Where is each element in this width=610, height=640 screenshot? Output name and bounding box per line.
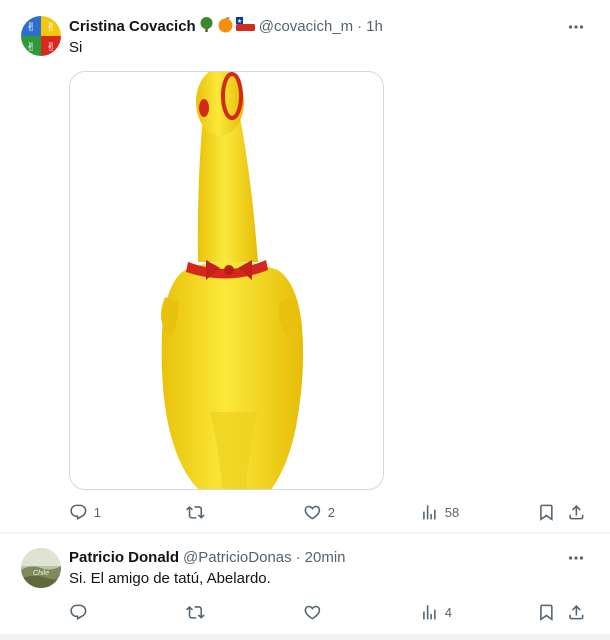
heart-icon: [304, 505, 321, 520]
tweet-header: Cristina Covacich @covacich_m · 1h: [69, 16, 383, 36]
view-count: 58: [444, 504, 460, 520]
separator-dot: ·: [357, 17, 363, 35]
display-name[interactable]: Cristina Covacich: [69, 18, 196, 35]
chile-flag-emoji: [235, 16, 255, 35]
svg-text:✌: ✌: [46, 20, 56, 34]
bookmark-icon: [540, 504, 553, 521]
display-name[interactable]: Patricio Donald: [69, 549, 179, 566]
views-button[interactable]: 4: [420, 602, 452, 622]
orange-emoji: [217, 16, 234, 37]
svg-text:✌: ✌: [46, 40, 56, 54]
separator-dot: ·: [295, 548, 301, 566]
svg-text:Chile: Chile: [33, 570, 49, 577]
views-chart-icon: [423, 504, 436, 520]
tweet[interactable]: ✌ ✌ ✌ ✌ Cristina Covacich @covacich_m · …: [0, 0, 610, 533]
rubber-chicken-image: [161, 72, 304, 489]
tweet-timestamp[interactable]: 1h: [366, 18, 383, 35]
reply-button[interactable]: [69, 602, 88, 622]
svg-text:✌: ✌: [26, 40, 36, 54]
svg-text:✌: ✌: [26, 20, 36, 34]
divider: [0, 635, 610, 640]
heart-icon: [304, 605, 321, 620]
retweet-button[interactable]: [186, 502, 205, 522]
reply-icon: [70, 504, 87, 520]
avatar-landscape-image: Chile: [21, 548, 61, 588]
tweet-header: Patricio Donald @PatricioDonas · 20min: [69, 547, 346, 567]
reply-button[interactable]: 1: [69, 502, 101, 522]
tweet-actions: 1 2 58: [69, 502, 594, 522]
share-icon: [569, 604, 584, 620]
avatar-quadrant-image: ✌ ✌ ✌ ✌: [21, 16, 61, 56]
reply-count: 1: [93, 504, 101, 520]
retweet-button[interactable]: [186, 602, 205, 622]
bookmark-button[interactable]: [537, 502, 556, 522]
more-options-icon[interactable]: [566, 17, 586, 37]
like-count: 2: [327, 504, 335, 520]
share-button[interactable]: [567, 602, 586, 622]
tweet-text: Si: [69, 39, 83, 56]
bookmark-button[interactable]: [537, 602, 556, 622]
avatar[interactable]: Chile: [21, 548, 61, 588]
user-handle[interactable]: @PatricioDonas: [183, 549, 292, 566]
like-button[interactable]: 2: [303, 502, 335, 522]
user-handle[interactable]: @covacich_m: [259, 18, 353, 35]
tree-emoji: [198, 16, 215, 37]
bookmark-icon: [540, 604, 553, 621]
tweet-text: Si. El amigo de tatú, Abelardo.: [69, 570, 271, 587]
tweet[interactable]: Chile Patricio Donald @PatricioDonas · 2…: [0, 534, 610, 635]
reply-icon: [70, 604, 87, 620]
more-options-icon[interactable]: [566, 548, 586, 568]
tweet-image[interactable]: [69, 71, 384, 490]
avatar[interactable]: ✌ ✌ ✌ ✌: [21, 16, 61, 56]
retweet-icon: [186, 505, 205, 519]
tweet-actions: 4: [69, 602, 594, 622]
tweet-timestamp[interactable]: 20min: [305, 549, 346, 566]
views-chart-icon: [423, 604, 436, 620]
share-icon: [569, 504, 584, 520]
like-button[interactable]: [303, 602, 322, 622]
share-button[interactable]: [567, 502, 586, 522]
retweet-icon: [186, 605, 205, 619]
view-count: 4: [444, 604, 452, 620]
views-button[interactable]: 58: [420, 502, 459, 522]
